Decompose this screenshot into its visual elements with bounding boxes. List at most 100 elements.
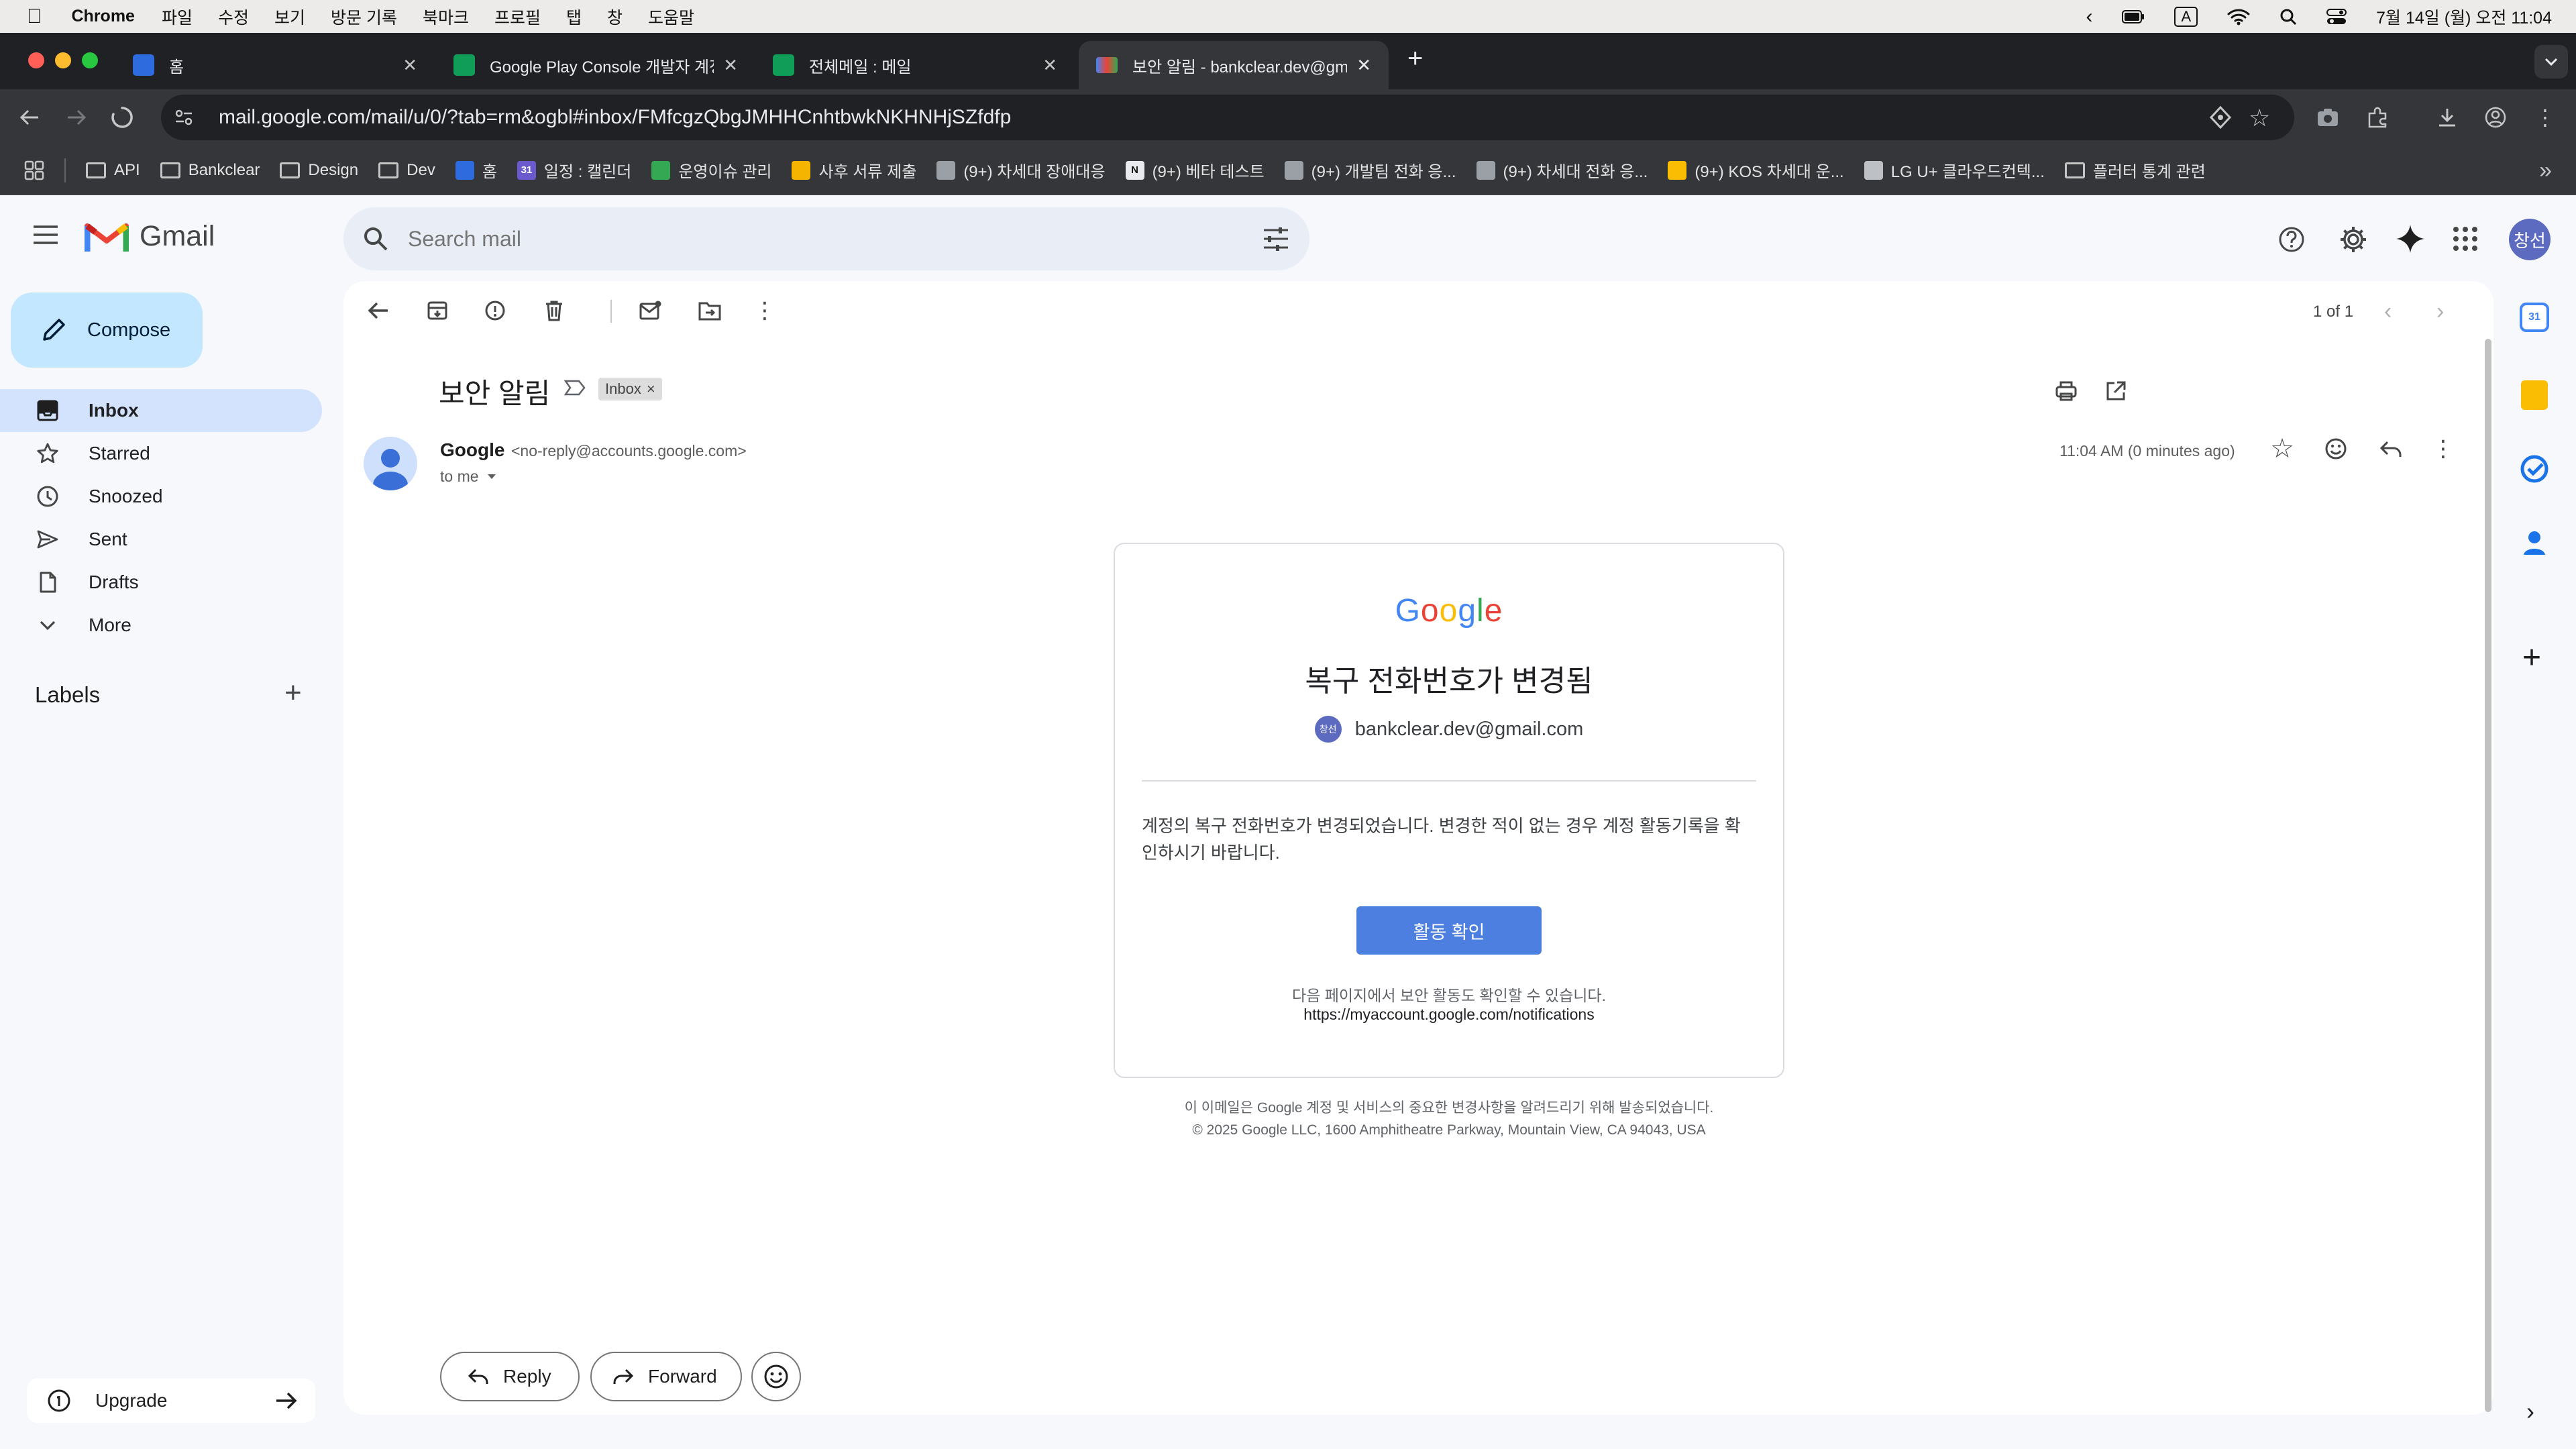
url-text[interactable]: mail.google.com/mail/u/0/?tab=rm&ogbl#in… [219,106,1011,129]
control-center-icon[interactable] [2326,8,2347,25]
tab-search-button[interactable] [2534,45,2568,78]
bookmark-item[interactable]: (9+) 차세대 장애대응 [936,158,1106,182]
hide-side-panel-icon[interactable]: › [2526,1397,2534,1426]
close-tab-icon[interactable]: ✕ [1042,55,1057,76]
browser-tab[interactable]: 홈 ✕ [115,41,435,89]
bookmark-folder[interactable]: Dev [378,161,435,180]
menu-profile[interactable]: 프로필 [494,5,541,29]
menubar-app-name[interactable]: Chrome [72,7,135,26]
bookmark-item[interactable]: N (9+) 베타 테스트 [1125,158,1265,182]
account-avatar[interactable]: 창선 [2509,219,2551,260]
screenshot-extension-icon[interactable] [2313,103,2343,132]
mark-unread-icon[interactable] [635,294,667,327]
nav-item-sent[interactable]: Sent [0,518,322,561]
compose-button[interactable]: Compose [11,292,203,368]
menu-file[interactable]: 파일 [162,5,193,29]
gemini-sparkle-icon[interactable] [2395,223,2426,254]
browser-tab-active[interactable]: 보안 알림 - bankclear.dev@gmail.com ✕ [1079,41,1389,89]
forward-button[interactable] [62,103,91,132]
message-more-icon[interactable]: ⋮ [2427,433,2459,465]
profile-icon[interactable] [2481,103,2510,132]
more-actions-icon[interactable]: ⋮ [749,294,781,327]
close-tab-icon[interactable]: ✕ [723,55,738,76]
content-scrollbar[interactable] [2485,339,2491,1412]
search-icon[interactable] [362,225,389,252]
search-bar[interactable] [343,207,1309,270]
bookmark-item[interactable]: 31 일정 : 캘린더 [517,158,631,182]
new-tab-button[interactable]: + [1407,44,1423,74]
sender-email[interactable]: <no-reply@accounts.google.com> [511,442,747,460]
newer-chevron-icon[interactable]: ‹ [2384,299,2392,325]
spotlight-search-icon[interactable] [2279,8,2297,25]
nav-item-starred[interactable]: Starred [0,432,322,475]
remove-label-icon[interactable]: × [647,380,655,398]
report-spam-icon[interactable] [479,294,511,327]
recipient-toggle[interactable]: to me [440,468,496,486]
bookmark-folder[interactable]: API [86,161,140,180]
main-menu-icon[interactable] [32,225,59,245]
eye-icon[interactable] [2208,105,2233,129]
upgrade-button[interactable]: Upgrade [27,1379,315,1423]
bookmark-item[interactable]: 운영이슈 관리 [651,158,771,182]
emoji-reaction-icon[interactable] [2320,433,2352,465]
bookmark-item[interactable]: 사후 서류 제출 [792,158,916,182]
contacts-app-icon[interactable] [2521,528,2548,557]
nav-item-drafts[interactable]: Drafts [0,561,322,604]
battery-icon[interactable] [2122,9,2145,23]
browser-tab[interactable]: Google Play Console 개발자 계정 ✕ [436,41,755,89]
reply-button[interactable]: Reply [440,1352,580,1401]
bookmark-item[interactable]: (9+) 개발팀 전화 응... [1284,158,1456,182]
bookmark-item[interactable]: 홈 [455,158,497,182]
reply-icon[interactable] [2375,433,2407,465]
nav-item-more[interactable]: More [0,604,322,647]
menu-window[interactable]: 창 [607,5,623,29]
older-chevron-icon[interactable]: › [2436,299,2444,325]
window-zoom-button[interactable] [82,52,98,68]
chevron-left-icon[interactable]: ‹ [2086,5,2092,28]
wifi-icon[interactable] [2227,8,2250,25]
menu-edit[interactable]: 수정 [218,5,249,29]
support-icon[interactable] [2278,226,2305,253]
notifications-link[interactable]: https://myaccount.google.com/notificatio… [1115,1006,1783,1024]
bookmark-item[interactable]: (9+) KOS 차세대 운... [1668,158,1844,182]
input-source-indicator[interactable]: A [2174,6,2198,27]
search-input[interactable] [408,226,1213,252]
back-button[interactable] [15,103,44,132]
get-addons-icon[interactable]: + [2522,642,2541,674]
site-info-icon[interactable] [169,103,199,132]
forward-button[interactable]: Forward [590,1352,742,1401]
move-to-icon[interactable] [694,294,726,327]
google-apps-icon[interactable] [2453,226,2478,252]
apps-grid-icon[interactable] [24,160,44,180]
address-bar[interactable]: mail.google.com/mail/u/0/?tab=rm&ogbl#in… [161,95,2294,140]
sender-name[interactable]: Google [440,439,504,461]
calendar-app-icon[interactable]: 31 [2520,303,2549,332]
delete-icon[interactable] [538,294,570,327]
check-activity-button[interactable]: 활동 확인 [1356,906,1542,955]
menu-history[interactable]: 방문 기록 [331,5,397,29]
extensions-puzzle-icon[interactable] [2363,103,2392,132]
menu-help[interactable]: 도움말 [648,5,694,29]
menu-view[interactable]: 보기 [274,5,305,29]
sender-avatar[interactable] [364,437,417,490]
keep-app-icon[interactable] [2521,380,2548,410]
inbox-label-chip[interactable]: Inbox × [598,378,662,400]
download-icon[interactable] [2432,103,2462,132]
star-icon[interactable]: ☆ [2266,433,2298,465]
search-options-icon[interactable] [1263,226,1289,252]
menu-tab[interactable]: 탭 [566,5,582,29]
open-in-new-window-icon[interactable] [2100,375,2132,407]
settings-gear-icon[interactable] [2339,225,2368,254]
print-icon[interactable] [2050,375,2082,407]
apple-icon[interactable]:  [27,5,42,28]
more-bookmarks-icon[interactable]: » [2539,158,2552,184]
nav-item-inbox[interactable]: Inbox [0,389,322,432]
add-label-icon[interactable]: + [284,678,302,708]
browser-tab[interactable]: 전체메일 : 메일 ✕ [755,41,1075,89]
loading-spinner-icon[interactable] [107,103,137,132]
bookmark-folder[interactable]: Design [280,161,358,180]
tasks-app-icon[interactable] [2520,454,2549,484]
bookmark-star-icon[interactable]: ☆ [2249,104,2270,132]
menu-bookmarks[interactable]: 북마크 [423,5,469,29]
back-to-inbox-icon[interactable] [362,294,394,327]
